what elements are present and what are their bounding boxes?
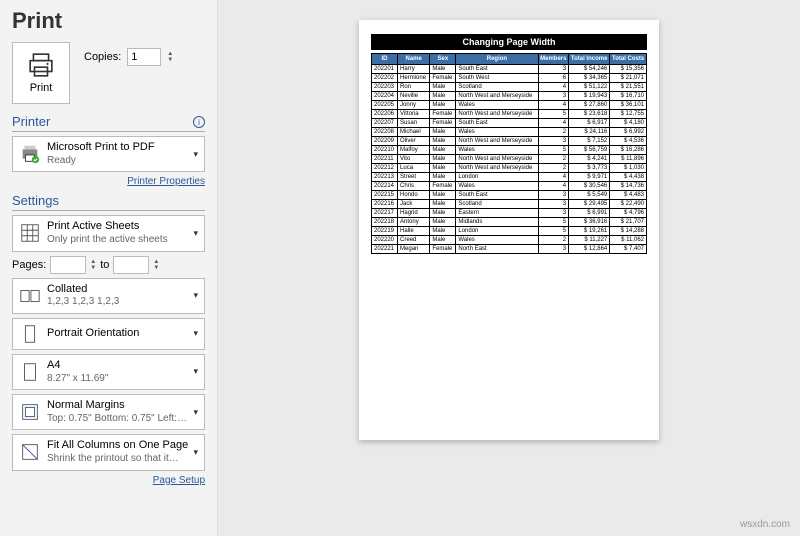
margins-icon [19,401,41,423]
chevron-down-icon: ▾ [193,366,198,377]
col-header: Name [398,54,430,65]
printer-section-title: Printer i [12,114,205,132]
chevron-down-icon: ▾ [193,149,198,160]
table-row: 202209OliverMaleNorth West and Merseysid… [372,137,647,146]
copies-label: Copies: [84,51,121,63]
printer-device-icon [19,143,41,165]
orientation-dropdown[interactable]: Portrait Orientation ▾ [12,318,205,350]
preview-title: Changing Page Width [371,34,647,50]
page-icon [19,361,41,383]
table-row: 202219HalleMaleLondon5$ 19,261$ 14,288 [372,227,647,236]
scaling-icon [19,441,41,463]
table-row: 202206VittoriaFemaleNorth West and Merse… [372,110,647,119]
print-settings-panel: Print Print Copies: ▲▼ Printer i Microso… [0,0,218,536]
pages-from-input[interactable] [50,256,86,274]
table-row: 202218AntonyMaleMidlands5$ 36,916$ 21,70… [372,218,647,227]
pages-from-spinner[interactable]: ▲▼ [90,259,96,271]
settings-section-title: Settings [12,193,205,211]
chevron-down-icon: ▾ [193,328,198,339]
table-row: 202216JackMaleScotland3$ 29,495$ 22,490 [372,200,647,209]
collate-icon [19,285,41,307]
pages-to-input[interactable] [113,256,149,274]
table-row: 202203RonMaleScotland4$ 51,122$ 21,551 [372,83,647,92]
margins-dropdown[interactable]: Normal Margins Top: 0.75" Bottom: 0.75" … [12,394,205,430]
preview-area: Changing Page Width IDNameSexRegionMembe… [218,0,800,536]
sheets-icon [19,222,41,244]
table-row: 202202HermioneFemaleSouth West6$ 34,365$… [372,74,647,83]
portrait-icon [19,323,41,345]
scaling-dropdown[interactable]: Fit All Columns on One Page Shrink the p… [12,434,205,470]
copies-spinner[interactable]: ▲▼ [167,51,173,63]
collate-dropdown[interactable]: Collated 1,2,3 1,2,3 1,2,3 ▾ [12,278,205,314]
table-row: 202217HagridMaleEastern3$ 6,991$ 4,796 [372,209,647,218]
pages-label: Pages: [12,259,46,271]
pages-to-spinner[interactable]: ▲▼ [153,259,159,271]
table-row: 202215HondoMaleSouth East3$ 5,549$ 4,483 [372,191,647,200]
printer-properties-link[interactable]: Printer Properties [12,176,205,187]
paper-size-dropdown[interactable]: A4 8.27" x 11.69" ▾ [12,354,205,390]
col-header: Total Costs [610,54,647,65]
copies-input[interactable] [127,48,161,66]
table-row: 202214ChrisFemaleWales4$ 30,546$ 14,736 [372,182,647,191]
chevron-down-icon: ▾ [193,407,198,418]
info-icon[interactable]: i [193,116,205,128]
table-row: 202210MalfoyMaleWales5$ 56,759$ 16,286 [372,146,647,155]
table-row: 202204NevilleMaleNorth West and Merseysi… [372,92,647,101]
table-row: 202201HarryMaleSouth East3$ 54,246$ 15,3… [372,65,647,74]
printer-dropdown[interactable]: Microsoft Print to PDF Ready ▾ [12,136,205,172]
preview-table: IDNameSexRegionMembersTotal IncomeTotal … [371,53,647,254]
col-header: Region [456,54,538,65]
chevron-down-icon: ▾ [193,228,198,239]
table-row: 202207SusanFemaleSouth East4$ 6,917$ 4,1… [372,119,647,128]
table-row: 202211VitoMaleNorth West and Merseyside2… [372,155,647,164]
table-row: 202212LucaMaleNorth West and Merseyside2… [372,164,647,173]
chevron-down-icon: ▾ [193,290,198,301]
col-header: Sex [430,54,456,65]
col-header: Total Income [569,54,610,65]
chevron-down-icon: ▾ [193,447,198,458]
table-row: 202220CreedMaleWales2$ 11,227$ 11,062 [372,236,647,245]
col-header: Members [538,54,569,65]
print-button[interactable]: Print [12,42,70,104]
printer-icon [28,52,54,78]
print-scope-dropdown[interactable]: Print Active Sheets Only print the activ… [12,215,205,251]
page-setup-link[interactable]: Page Setup [12,475,205,486]
col-header: ID [372,54,398,65]
page-title: Print [12,8,205,34]
watermark: wsxdn.com [740,519,790,530]
table-row: 202208MichaelMaleWales2$ 24,116$ 6,992 [372,128,647,137]
table-row: 202221MeganFemaleNorth East3$ 12,864$ 7,… [372,245,647,254]
preview-page: Changing Page Width IDNameSexRegionMembe… [359,20,659,440]
table-row: 202213StreetMaleLondon4$ 9,971$ 4,438 [372,173,647,182]
table-row: 202205JonnyMaleWales4$ 27,860$ 36,101 [372,101,647,110]
